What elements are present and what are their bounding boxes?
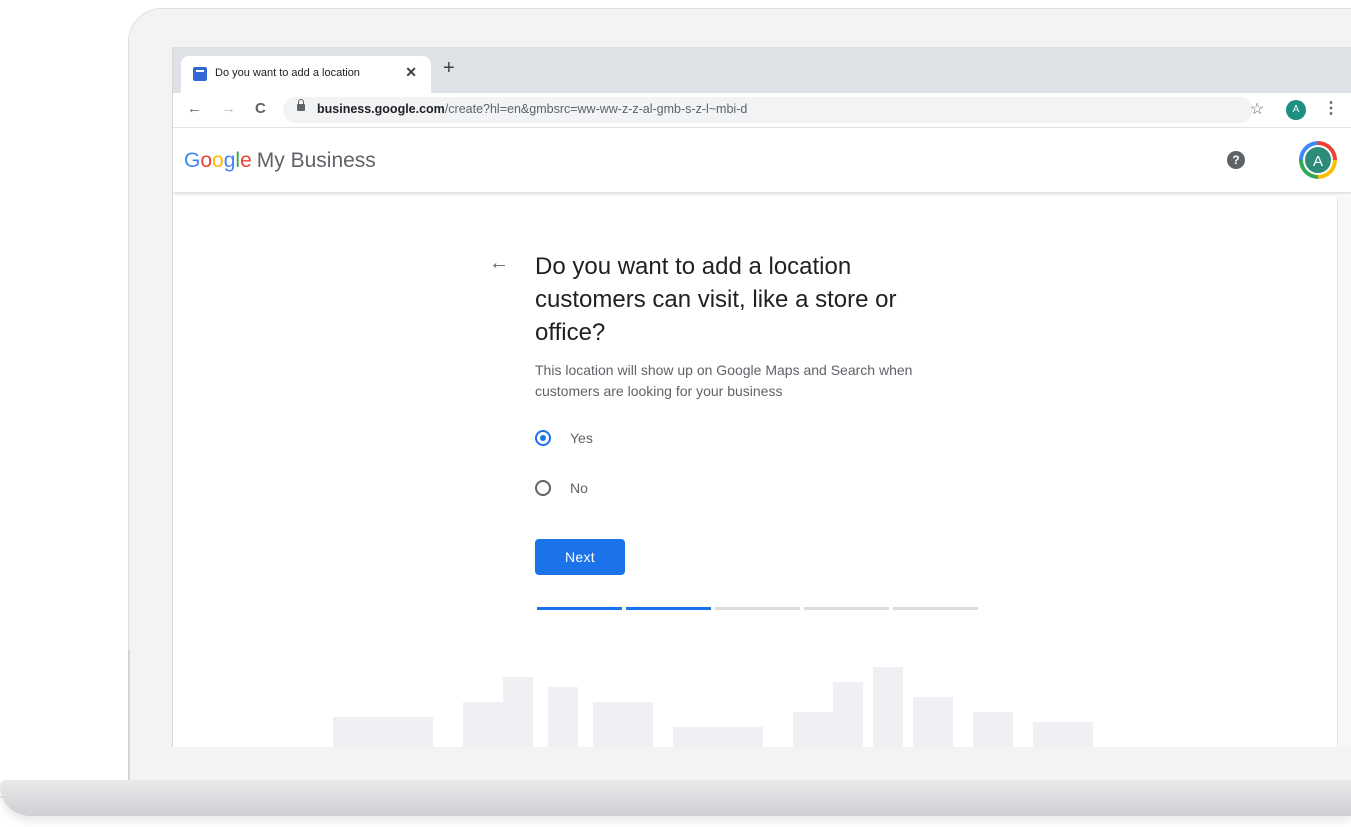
page-title: Do you want to add a location customers … [535, 253, 897, 346]
address-bar[interactable]: business.google.com/create?hl=en&gmbsrc=… [283, 97, 1253, 123]
logo-letter: g [223, 149, 236, 172]
bookmark-star-icon[interactable]: ☆ [1250, 99, 1264, 119]
option-label: Yes [570, 430, 593, 446]
skyline-building [793, 712, 833, 747]
tab-title: Do you want to add a location [215, 67, 360, 79]
city-skyline-illustration [333, 662, 1133, 747]
gmb-favicon-icon [193, 67, 207, 81]
skyline-building [1033, 722, 1093, 747]
logo-letter: o [200, 149, 213, 172]
browser-tab[interactable]: Do you want to add a location ✕ [181, 56, 431, 93]
progress-segment [715, 607, 800, 610]
progress-segment [537, 607, 622, 610]
laptop-edge [128, 650, 130, 780]
skyline-building [833, 682, 863, 747]
skyline-building [913, 697, 953, 747]
browser-profile-avatar[interactable]: A [1286, 100, 1306, 120]
product-name: My Business [256, 149, 376, 172]
radio-selected-icon[interactable] [535, 430, 551, 446]
skyline-building [463, 702, 503, 747]
progress-segment [626, 607, 711, 610]
avatar: A [1303, 145, 1333, 175]
tab-strip: Do you want to add a location ✕ + [173, 47, 1351, 93]
forward-button[interactable]: → [221, 100, 236, 117]
lock-icon [297, 99, 305, 111]
url-text: business.google.com/create?hl=en&gmbsrc=… [317, 102, 747, 116]
option-yes[interactable]: Yes [535, 430, 593, 446]
main-content: ← Do you want to add a location customer… [173, 192, 1338, 747]
progress-segment [893, 607, 978, 610]
option-no[interactable]: No [535, 480, 588, 496]
radio-unselected-icon[interactable] [535, 480, 551, 496]
browser-window: Do you want to add a location ✕ + ← → C … [172, 47, 1351, 747]
app-header: Google My Business ? A [173, 128, 1351, 192]
option-label: No [570, 480, 588, 496]
tab-close-icon[interactable]: ✕ [405, 64, 417, 81]
help-icon[interactable]: ? [1227, 151, 1245, 169]
new-tab-button[interactable]: + [443, 58, 455, 78]
skyline-building [673, 727, 763, 747]
progress-indicator [537, 607, 978, 610]
skyline-building [873, 667, 903, 747]
scrollbar[interactable] [1337, 197, 1351, 747]
skyline-building [548, 687, 578, 747]
back-button[interactable]: ← [187, 100, 202, 117]
url-host: business.google.com [317, 102, 445, 116]
laptop-base-line [0, 796, 1351, 798]
google-my-business-logo[interactable]: Google My Business [184, 149, 376, 173]
skyline-building [503, 677, 533, 747]
back-arrow-icon[interactable]: ← [489, 252, 509, 275]
skyline-building [333, 717, 433, 747]
laptop-base [0, 780, 1351, 816]
skyline-building [593, 702, 653, 747]
browser-menu-icon[interactable]: ⋮ [1323, 98, 1339, 118]
logo-letter: e [240, 149, 252, 172]
next-button[interactable]: Next [535, 539, 625, 575]
browser-toolbar: ← → C business.google.com/create?hl=en&g… [173, 93, 1351, 128]
page-description: This location will show up on Google Map… [535, 362, 913, 399]
skyline-building [973, 712, 1013, 747]
account-avatar-ring[interactable]: A [1299, 141, 1337, 179]
url-path: /create?hl=en&gmbsrc=ww-ww-z-z-al-gmb-s-… [444, 102, 748, 116]
reload-button[interactable]: C [255, 100, 266, 117]
logo-letter: o [212, 149, 224, 172]
logo-letter: G [184, 149, 201, 172]
progress-segment [804, 607, 889, 610]
